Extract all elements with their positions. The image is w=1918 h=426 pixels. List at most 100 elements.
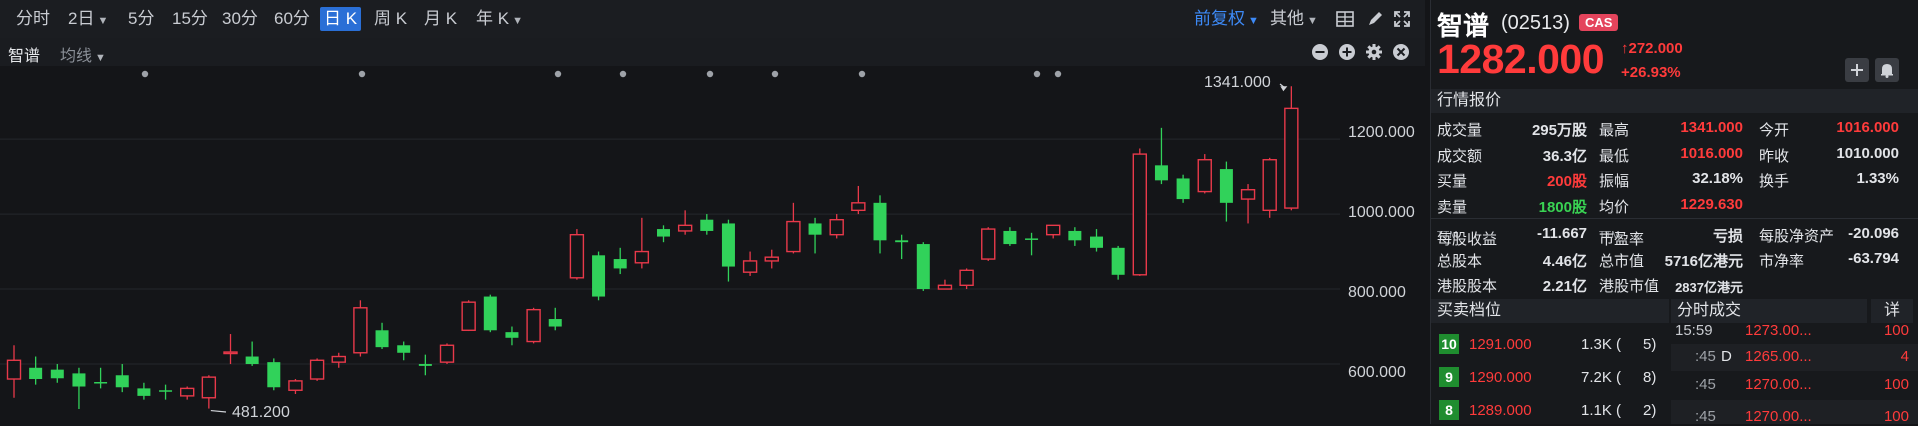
candle-body	[50, 369, 64, 379]
fund-row: 总股本 4.46亿 总市值 5716亿港元 市净率 -63.794	[1431, 247, 1918, 271]
alert-bell-icon[interactable]	[1875, 58, 1899, 82]
fullscreen-icon[interactable]	[1392, 9, 1414, 31]
fund-label: 每股净资产	[1759, 228, 1835, 245]
candle-body	[331, 355, 346, 363]
close-icon[interactable]	[1392, 43, 1410, 61]
quote-value: 1016.000	[1836, 119, 1899, 136]
fund-value: -20.096	[1848, 225, 1899, 242]
candle-body	[569, 233, 585, 279]
zoom-out-icon[interactable]	[1311, 43, 1329, 61]
period-weekly[interactable]: 周 K	[370, 7, 411, 31]
candle-body	[1197, 159, 1212, 193]
quote-value: 1341.000	[1680, 119, 1743, 136]
period-2day-label: 2日	[68, 9, 95, 28]
period-daily[interactable]: 日 K	[320, 7, 362, 31]
level-count: 8)	[1643, 369, 1657, 386]
level-count: 5)	[1643, 336, 1657, 353]
period-30min[interactable]: 30分	[218, 7, 262, 31]
chevron-down-icon: ▼	[1307, 15, 1318, 27]
y-tick-label: 1200.000	[1348, 124, 1415, 141]
event-marker	[1054, 70, 1062, 78]
period-15min[interactable]: 15分	[168, 7, 212, 31]
candle-body	[94, 382, 108, 384]
fund-row: 港股股本 2.21亿 港股市值 2837亿港元	[1431, 272, 1918, 296]
candle-body	[634, 250, 650, 264]
period-60min[interactable]: 60分	[270, 7, 314, 31]
trade-price: 1265.00...	[1745, 348, 1812, 365]
chevron-down-icon: ▼	[512, 15, 523, 27]
level-index: 8	[1439, 400, 1459, 420]
fund-value: 2837亿港元	[1675, 280, 1743, 295]
more-dropdown[interactable]: 其他 ▼	[1266, 7, 1322, 31]
add-watchlist-button[interactable]	[1845, 58, 1869, 82]
candle-body	[613, 259, 627, 269]
quote-value: 1016.000	[1680, 145, 1743, 162]
y-tick-label: 600.000	[1348, 364, 1406, 381]
period-yearly[interactable]: 年 K ▼	[472, 7, 527, 31]
fund-value: 亏损	[1712, 228, 1743, 245]
orderbook-row: 10 1291.000 1.3K ( 5)	[1431, 328, 1669, 360]
level-volume: 1.3K (	[1581, 336, 1622, 353]
candle-body	[873, 202, 887, 241]
candle-body	[159, 390, 173, 392]
candle-body	[721, 223, 735, 267]
candle-body	[700, 219, 714, 231]
level-price: 1290.000	[1469, 369, 1532, 386]
kline-svg	[0, 70, 1340, 413]
event-marker	[706, 70, 714, 78]
candle-body	[526, 308, 541, 343]
candle-body	[439, 344, 455, 363]
stock-name-tag: 智谱	[8, 48, 41, 65]
period-2day[interactable]: 2日 ▼	[64, 7, 112, 31]
period-intraday[interactable]: 分时	[12, 7, 54, 31]
adjust-dropdown[interactable]: 前复权 ▼	[1190, 7, 1263, 31]
last-price: 1282.000	[1437, 36, 1605, 82]
fund-label: 港股市值	[1599, 278, 1660, 295]
period-5min[interactable]: 5分	[124, 7, 158, 31]
fund-value: 2.21亿	[1542, 278, 1587, 295]
price-change-value: 272.000	[1628, 40, 1683, 57]
period-monthly[interactable]: 月 K	[420, 7, 461, 31]
candle-body	[916, 244, 930, 290]
ma-label: 均线	[60, 48, 93, 65]
candle-body	[1154, 165, 1168, 181]
candle-body	[937, 284, 953, 290]
fund-label-text: 市盈率	[1599, 231, 1645, 248]
event-marker	[554, 70, 562, 78]
candle-body	[201, 376, 217, 399]
candle-body	[851, 202, 866, 212]
quote-value: 1800股	[1538, 199, 1587, 216]
candle-body	[179, 387, 195, 397]
candle-body	[1003, 230, 1017, 245]
candle-body	[505, 332, 519, 338]
fund-label: 总股本	[1437, 253, 1483, 270]
zoom-in-icon[interactable]	[1338, 43, 1356, 61]
trades-detail-button[interactable]: 详	[1871, 299, 1913, 323]
draw-pen-icon[interactable]	[1365, 9, 1387, 31]
quote-value: 295万股	[1531, 122, 1587, 139]
candle-body	[981, 228, 996, 260]
candle-body	[1111, 247, 1125, 275]
kline-chart[interactable]: 1200.000 1000.000 800.000 600.000 1341.0…	[0, 66, 1425, 424]
candle-body	[288, 380, 303, 391]
settings-gear-icon[interactable]	[1365, 43, 1383, 61]
period-yearly-label: 年 K	[476, 9, 510, 28]
quote-label: 换手	[1759, 173, 1790, 190]
candle-body	[245, 356, 259, 365]
trade-volume: 4	[1900, 348, 1909, 365]
quote-panel: 智谱 (02513) CAS 1282.000 ↑272.000 +26.93%…	[1430, 0, 1918, 424]
trades-header: 分时成交	[1671, 299, 1867, 323]
level-index: 10	[1439, 334, 1459, 354]
quote-label: 最低	[1599, 148, 1630, 165]
event-marker	[141, 70, 149, 78]
trade-volume: 100	[1883, 322, 1909, 339]
orderbook-header: 买卖档位	[1431, 299, 1669, 323]
quote-label: 成交量	[1437, 122, 1483, 139]
candle-body	[137, 388, 151, 396]
ma-dropdown[interactable]: 均线 ▼	[60, 42, 106, 66]
candle-body	[353, 307, 368, 354]
level-count: 2)	[1643, 402, 1657, 419]
grid-layout-icon[interactable]	[1335, 9, 1357, 31]
candle-body	[742, 260, 758, 273]
quote-label: 均价	[1599, 199, 1630, 216]
